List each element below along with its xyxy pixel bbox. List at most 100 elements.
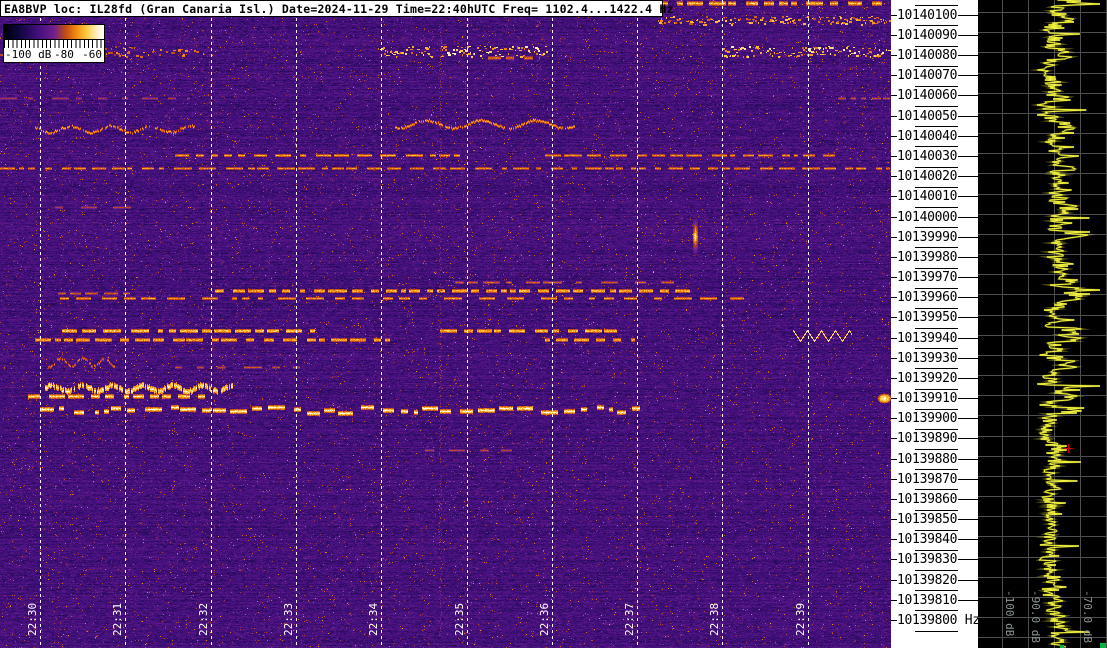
freq-tick-text: 10140070 [897, 68, 958, 84]
freq-tick-text: 10140030 [897, 148, 958, 164]
freq-minor-tick [915, 529, 958, 531]
freq-minor-tick [915, 590, 958, 592]
freq-tick-label: 10139860 [891, 492, 978, 507]
freq-tick-label: 10139950 [891, 310, 978, 326]
freq-tick-text: 10139910 [897, 391, 958, 407]
legend-labels: -100 dB -80 -60 [4, 48, 104, 62]
freq-tick-line [958, 216, 978, 218]
freq-minor-tick [915, 328, 958, 330]
freq-minor-tick [915, 287, 958, 289]
freq-minor-tick [915, 408, 958, 410]
grabber-screenshot: 22:30 22:31 22:32 22:33 22:34 22:35 22:36 22:37… [0, 0, 1107, 648]
freq-tick-line [958, 236, 978, 238]
freq-minor-tick [915, 146, 958, 148]
freq-tick-line [958, 256, 978, 258]
freq-tick-text: 10140010 [897, 189, 958, 205]
freq-minor-tick [915, 428, 958, 430]
freq-tick-text: 10140100 [897, 7, 958, 23]
freq-tick-line [958, 317, 978, 319]
freq-tick-line [958, 498, 978, 500]
freq-tick-line [958, 519, 978, 521]
freq-minor-tick [915, 186, 958, 188]
freq-tick-line [958, 559, 978, 561]
time-tick-label: 22:33 [282, 602, 295, 636]
freq-tick-label: 10139830 [891, 552, 978, 567]
freq-minor-tick [915, 25, 958, 27]
freq-tick-line [958, 418, 978, 420]
freq-tick-label: 10140030 [891, 148, 978, 164]
freq-tick-line [958, 277, 978, 278]
freq-tick-label: 10139880 [891, 451, 978, 467]
legend-label-mid: -80 [54, 48, 74, 61]
freq-tick-label: 10140100 [891, 7, 978, 23]
freq-tick-text: 10139850 [897, 512, 958, 528]
freq-tick-label: 10140000 [891, 209, 978, 225]
db-tick-label: -90.0 dB [1029, 590, 1042, 643]
freq-tick-line [958, 196, 978, 198]
freq-tick-text: 10140000 [897, 209, 958, 225]
freq-minor-tick [915, 227, 958, 229]
freq-tick-line [958, 377, 978, 379]
freq-tick-label: 10139900 [891, 411, 978, 427]
freq-tick-line [958, 155, 978, 157]
freq-minor-tick [915, 388, 958, 390]
freq-tick-text: 10139820 [897, 572, 958, 588]
time-tick-label: 22:31 [111, 602, 124, 636]
freq-tick-line [958, 579, 978, 581]
freq-minor-tick [915, 570, 958, 572]
freq-minor-tick [915, 449, 958, 451]
freq-tick-text: 10140090 [897, 27, 958, 43]
freq-tick-text: 10140060 [897, 88, 958, 104]
freq-minor-tick [915, 348, 958, 350]
freq-minor-tick [915, 65, 958, 67]
freq-tick-text: 10139960 [897, 290, 958, 306]
freq-tick-text: 10140040 [897, 128, 958, 144]
freq-tick-text: 10139880 [897, 451, 958, 467]
freq-tick-text: 10139990 [897, 229, 958, 245]
freq-minor-tick [915, 368, 958, 370]
freq-tick-line [958, 55, 978, 57]
freq-minor-tick [915, 469, 958, 471]
freq-minor-tick [915, 45, 958, 47]
frequency-axis: 10140100 10140090 10140080 10140070 10140060… [891, 0, 980, 648]
freq-tick-label: 10139890 [891, 431, 978, 446]
freq-tick-label: 10139990 [891, 229, 978, 245]
time-tick-label: 22:34 [367, 602, 380, 636]
freq-minor-tick [915, 630, 958, 632]
freq-tick-text: 10139980 [897, 249, 958, 265]
freq-tick-text: 10139950 [897, 310, 958, 326]
db-tick-label: -100 dB [1003, 590, 1016, 637]
freq-minor-tick [915, 489, 958, 491]
spectrum-graph[interactable] [978, 0, 1107, 648]
freq-tick-label: 10139870 [891, 472, 978, 487]
freq-tick-label: 10140010 [891, 189, 978, 205]
legend-tick-marks [4, 40, 104, 48]
db-tick-label: -70.0 dB [1081, 590, 1094, 643]
freq-tick-line [958, 135, 978, 137]
freq-minor-tick [915, 307, 958, 309]
legend-label-max: -60 [82, 48, 102, 61]
freq-minor-tick [915, 5, 958, 7]
freq-tick-text: 10139840 [897, 532, 958, 548]
freq-tick-label: 10139820 [891, 572, 978, 588]
freq-tick-text: 10139900 [897, 411, 958, 427]
time-tick-label: 22:38 [708, 602, 721, 636]
freq-tick-label: 10139910 [891, 391, 978, 407]
time-tick-label: 22:39 [794, 602, 807, 636]
freq-tick-label: 10139970 [891, 270, 978, 285]
legend-label-min: -100 dB [5, 48, 52, 61]
freq-tick-line [958, 458, 978, 460]
waterfall-spectrogram[interactable] [0, 0, 891, 648]
freq-tick-text: 10139970 [897, 270, 958, 285]
freq-tick-label: 10140060 [891, 88, 978, 104]
time-tick-label: 22:36 [538, 602, 551, 636]
title-text: EA8BVP loc: IL28fd (Gran Canaria Isl.) D… [4, 1, 674, 16]
title-bar: EA8BVP loc: IL28fd (Gran Canaria Isl.) D… [0, 0, 673, 17]
freq-tick-text: 10140020 [897, 169, 958, 185]
freq-tick-text: 10139940 [897, 330, 958, 346]
freq-tick-line [958, 478, 978, 480]
freq-tick-text: 10140080 [897, 48, 958, 64]
freq-tick-label: 10139810 [891, 593, 978, 608]
freq-tick-label: 10140040 [891, 128, 978, 144]
freq-tick-label: 10139930 [891, 351, 978, 366]
